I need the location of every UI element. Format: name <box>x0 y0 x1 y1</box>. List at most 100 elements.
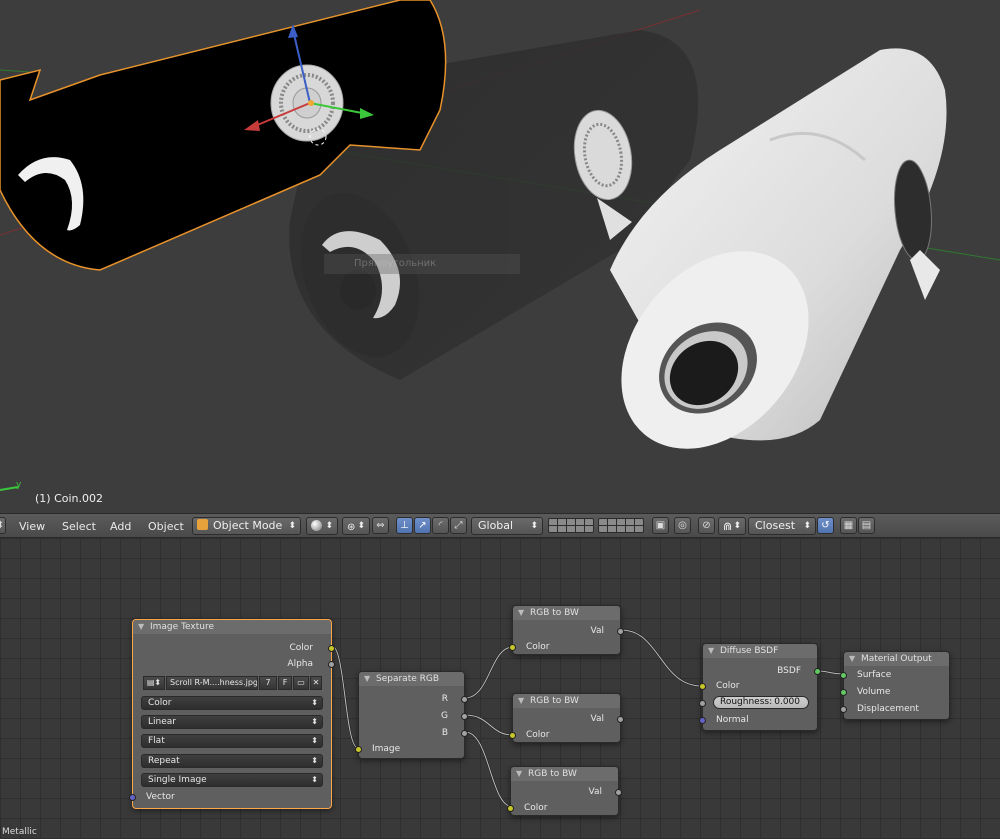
shading-dropdown[interactable]: ⬍ <box>306 517 338 535</box>
input-vector-label: Vector <box>146 792 175 802</box>
node-title: Diffuse BSDF <box>720 646 779 656</box>
scale-manipulator-icon[interactable]: ⤢ <box>450 517 467 534</box>
render-only-icon[interactable]: ◎ <box>674 517 691 534</box>
lock-camera-icon[interactable]: ▣ <box>652 517 669 534</box>
chevron-updown-icon: ⬍ <box>325 521 333 531</box>
shading-sphere-icon <box>311 520 322 531</box>
socket-output-g[interactable] <box>461 713 468 720</box>
socket-output-bsdf[interactable] <box>814 668 821 675</box>
open-folder-icon[interactable]: ▭ <box>293 676 309 690</box>
proportional-edit-icon[interactable]: ⊘ <box>698 517 715 534</box>
collapse-triangle-icon[interactable]: ▼ <box>708 644 714 658</box>
socket-output-val[interactable] <box>615 789 622 796</box>
socket-input-normal[interactable] <box>699 717 706 724</box>
snap-align-icon[interactable]: ↺ <box>817 517 834 534</box>
socket-output-color[interactable] <box>328 645 335 652</box>
node-title: RGB to BW <box>528 769 577 779</box>
socket-input-image[interactable] <box>355 746 362 753</box>
node-editor[interactable]: ▼ Image Texture Color Alpha ▤⬍ Scroll R-M… <box>0 538 1000 839</box>
menu-select[interactable]: Select <box>62 518 96 535</box>
fake-user-button[interactable]: F <box>278 676 292 690</box>
collapse-triangle-icon[interactable]: ▼ <box>364 672 370 686</box>
collapse-triangle-icon[interactable]: ▼ <box>518 606 524 620</box>
image-name-field[interactable]: Scroll R-M....hness.jpg <box>166 676 258 690</box>
socket-input-color[interactable] <box>509 644 516 651</box>
input-surface-label: Surface <box>857 670 892 680</box>
socket-input-color[interactable] <box>699 683 706 690</box>
chevron-updown-icon: ⬍ <box>311 736 318 745</box>
link-b-bw3 <box>464 731 514 808</box>
socket-output-val[interactable] <box>617 628 624 635</box>
node-image-texture[interactable]: ▼ Image Texture Color Alpha ▤⬍ Scroll R-M… <box>129 619 335 809</box>
node-title: RGB to BW <box>530 608 579 618</box>
socket-input-color[interactable] <box>507 805 514 812</box>
node-material-output[interactable]: ▼ Material Output Surface Volume Displace… <box>840 651 950 720</box>
menu-add[interactable]: Add <box>110 518 131 535</box>
socket-output-val[interactable] <box>617 716 624 723</box>
socket-input-volume[interactable] <box>840 689 847 696</box>
output-g-label: G <box>441 711 448 721</box>
menu-view[interactable]: View <box>19 518 45 535</box>
close-icon[interactable]: ✕ <box>310 676 322 690</box>
socket-input-vector[interactable] <box>129 794 136 801</box>
chevron-updown-icon: ⬍ <box>311 717 318 726</box>
chevron-updown-icon: ⬍ <box>530 521 538 531</box>
socket-input-roughness[interactable] <box>699 700 706 707</box>
image-users-count: 7 <box>259 676 277 690</box>
interpolation-select[interactable]: Linear ⬍ <box>141 715 323 729</box>
projection-select[interactable]: Flat ⬍ <box>141 734 323 748</box>
socket-input-surface[interactable] <box>840 672 847 679</box>
chevron-updown-icon: ⬍ <box>311 775 318 784</box>
viewport-header: ⬍ View Select Add Object Object Mode ⬍ ⬍… <box>0 513 1000 538</box>
roughness-field[interactable]: Roughness: 0.000 <box>713 696 809 709</box>
source-select[interactable]: Single Image ⬍ <box>141 773 323 787</box>
orientation-dropdown[interactable]: Global ⬍ <box>471 517 543 535</box>
collapse-triangle-icon[interactable]: ▼ <box>516 767 522 781</box>
color-space-select[interactable]: Color ⬍ <box>141 696 323 710</box>
collapse-triangle-icon[interactable]: ▼ <box>518 694 524 708</box>
cube-icon <box>197 519 208 530</box>
snap-element-dropdown[interactable]: ⋒ ⬍ <box>718 517 746 535</box>
roughness-value: 0.000 <box>774 697 800 707</box>
3d-viewport[interactable]: Прямоугольник y (1) Coin.002 <box>0 0 1000 513</box>
link-bw1-diffuse <box>620 629 703 687</box>
manipulator-toggle-icon[interactable]: ⊥ <box>396 517 413 534</box>
socket-output-r[interactable] <box>461 696 468 703</box>
socket-input-displacement[interactable] <box>840 706 847 713</box>
layers-group-1[interactable] <box>548 518 594 533</box>
menu-object[interactable]: Object <box>148 518 184 535</box>
node-diffuse-bsdf[interactable]: ▼ Diffuse BSDF BSDF Color Roughness: 0.00… <box>699 643 821 731</box>
link-r-bw1 <box>464 646 514 699</box>
mode-dropdown[interactable]: Object Mode ⬍ <box>192 517 301 535</box>
extension-select[interactable]: Repeat ⬍ <box>141 754 323 768</box>
footer-label: Metallic <box>2 827 37 837</box>
input-color-label: Color <box>524 803 548 813</box>
node-rgb-to-bw-1[interactable]: ▼ RGB to BW Val Color <box>509 605 624 655</box>
input-volume-label: Volume <box>857 687 891 697</box>
collapse-triangle-icon[interactable]: ▼ <box>849 652 855 666</box>
layers-group-2[interactable] <box>598 518 644 533</box>
render-image-icon[interactable]: ▦ <box>840 517 857 534</box>
socket-input-color[interactable] <box>509 732 516 739</box>
snap-target-dropdown[interactable]: Closest ⬍ <box>748 517 816 535</box>
output-val-label: Val <box>590 714 604 724</box>
translate-manipulator-icon[interactable]: ↗ <box>414 517 431 534</box>
node-rgb-to-bw-2[interactable]: ▼ RGB to BW Val Color <box>509 693 624 743</box>
render-animation-icon[interactable]: ▤ <box>858 517 875 534</box>
socket-output-b[interactable] <box>461 730 468 737</box>
chevron-updown-icon: ⬍ <box>733 521 741 531</box>
output-r-label: R <box>441 694 448 704</box>
pivot-manipulate-icon[interactable]: ⇔ <box>372 517 389 534</box>
collapse-triangle-icon[interactable]: ▼ <box>138 620 144 634</box>
chevron-updown-icon: ⬍ <box>357 521 365 531</box>
node-separate-rgb[interactable]: ▼ Separate RGB R G B Image <box>355 671 468 759</box>
editor-type-button[interactable]: ⬍ <box>0 517 6 534</box>
active-object-label: (1) Coin.002 <box>35 492 104 505</box>
image-browse-icon[interactable]: ▤⬍ <box>143 676 165 690</box>
mode-label: Object Mode <box>213 519 283 532</box>
node-rgb-to-bw-3[interactable]: ▼ RGB to BW Val Color <box>507 766 622 816</box>
rotate-manipulator-icon[interactable]: ◜ <box>432 517 449 534</box>
node-title: Image Texture <box>150 622 214 632</box>
socket-output-alpha[interactable] <box>328 661 335 668</box>
pivot-dropdown[interactable]: ⊛ ⬍ <box>342 517 370 535</box>
